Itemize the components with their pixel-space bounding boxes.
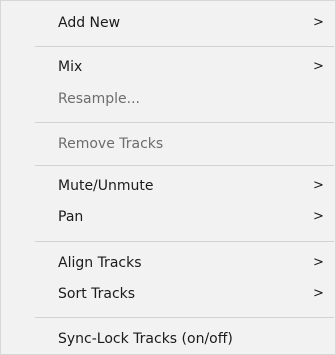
- menu-item-label: Align Tracks: [58, 255, 142, 271]
- menu-item-sort-tracks[interactable]: Sort Tracks >: [1, 279, 335, 309]
- menu-item-label: Pan: [58, 209, 84, 225]
- menu-item-remove-tracks[interactable]: Remove Tracks: [1, 129, 335, 159]
- menu-item-mix[interactable]: Mix >: [1, 52, 335, 82]
- menu-separator: [35, 241, 334, 242]
- menu-separator: [35, 46, 334, 47]
- menu-separator: [35, 317, 334, 318]
- submenu-arrow-icon: >: [313, 15, 324, 30]
- menu-item-label: Mute/Unmute: [58, 178, 154, 194]
- menu-item-align-tracks[interactable]: Align Tracks >: [1, 248, 335, 278]
- submenu-arrow-icon: >: [313, 255, 324, 270]
- menu-item-label: Remove Tracks: [58, 136, 164, 152]
- menu-item-label: Sort Tracks: [58, 286, 136, 302]
- menu-item-sync-lock-tracks[interactable]: Sync-Lock Tracks (on/off): [1, 324, 335, 354]
- menu-item-resample[interactable]: Resample...: [1, 84, 335, 114]
- submenu-arrow-icon: >: [313, 59, 324, 74]
- menu-item-mute-unmute[interactable]: Mute/Unmute >: [1, 171, 335, 201]
- menu-item-label: Resample...: [58, 91, 140, 107]
- submenu-arrow-icon: >: [313, 178, 324, 193]
- menu-item-label: Sync-Lock Tracks (on/off): [58, 331, 233, 347]
- submenu-arrow-icon: >: [313, 209, 324, 224]
- menu-separator: [35, 122, 334, 123]
- menu-item-add-new[interactable]: Add New >: [1, 8, 335, 38]
- menu-item-label: Add New: [58, 15, 121, 31]
- menu-item-label: Mix: [58, 59, 83, 75]
- menu-separator: [35, 165, 334, 166]
- menu-item-pan[interactable]: Pan >: [1, 202, 335, 232]
- submenu-arrow-icon: >: [313, 286, 324, 301]
- tracks-context-menu: Add New > Mix > Resample... Remove Track…: [0, 0, 336, 355]
